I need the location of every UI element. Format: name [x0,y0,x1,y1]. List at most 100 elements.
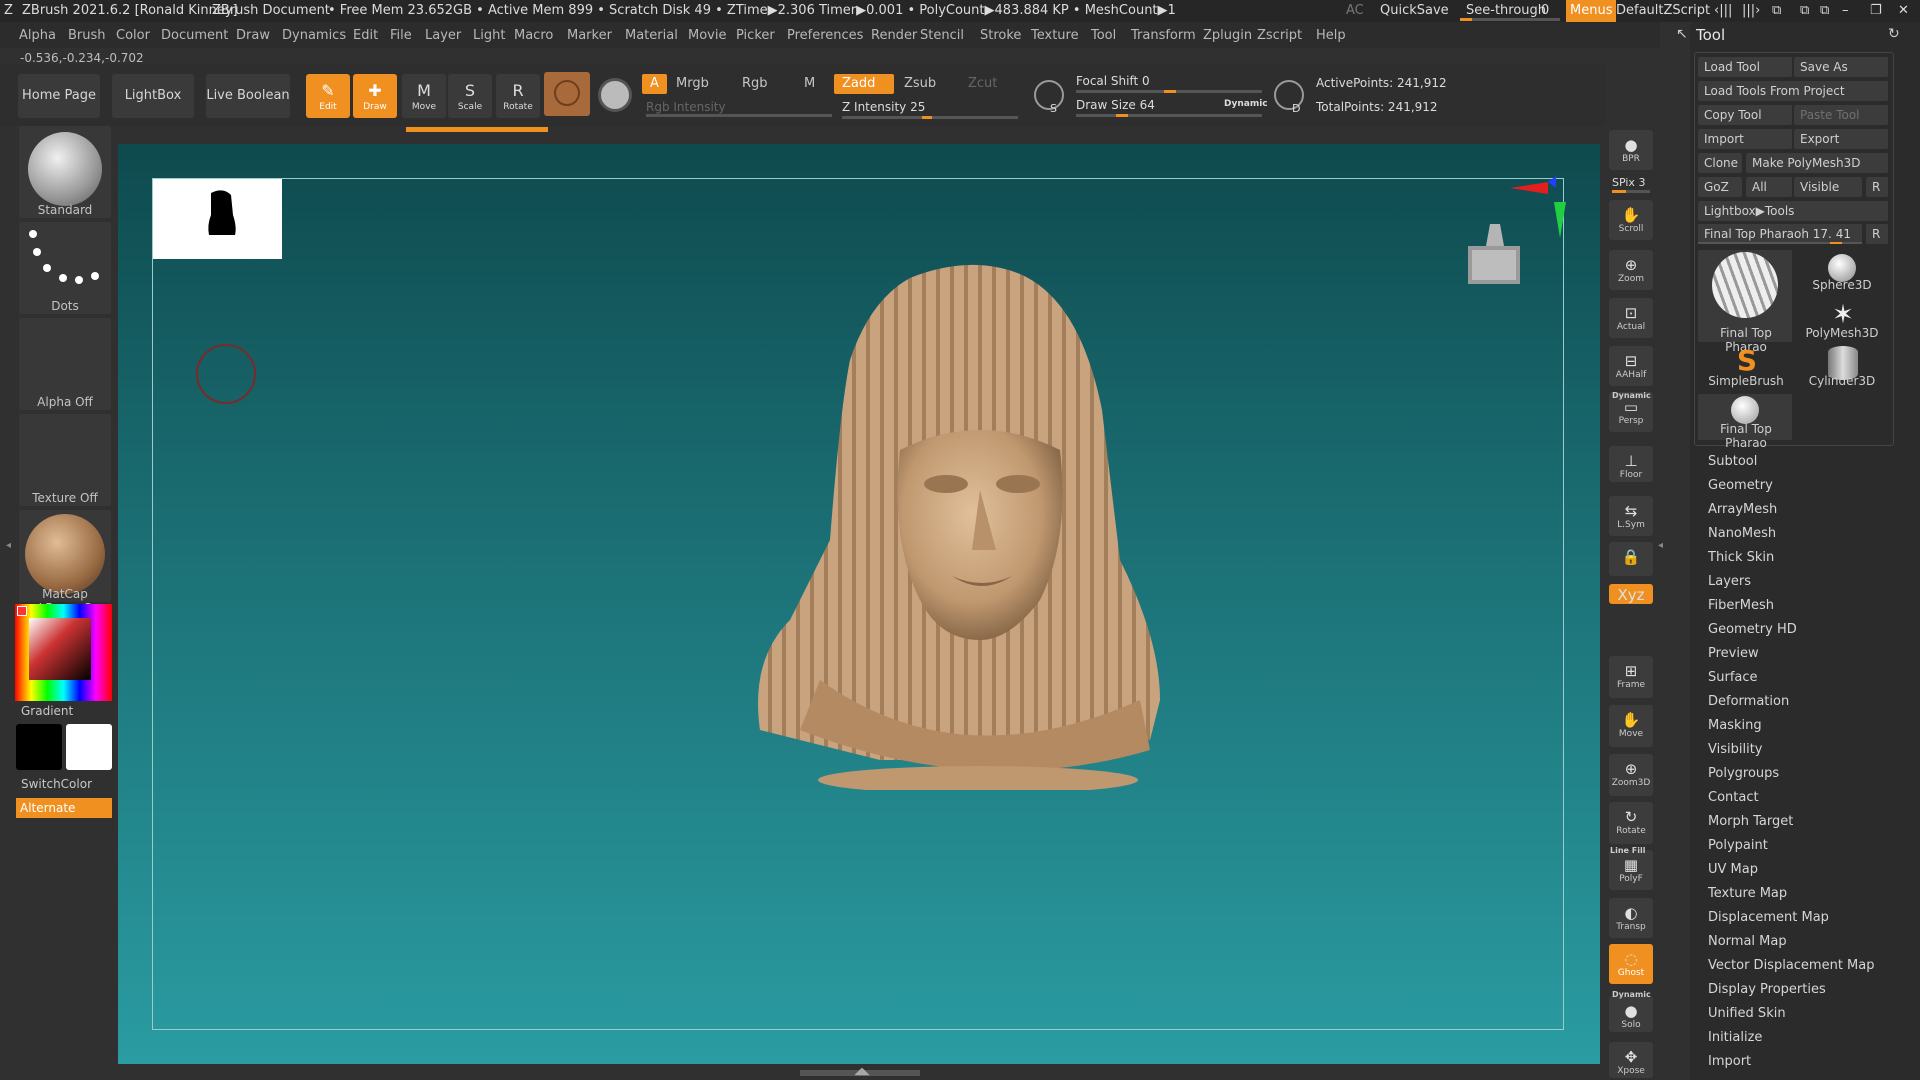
menu-alpha[interactable]: Alpha [19,28,56,43]
shelf-aahalf-button[interactable]: ⊟ AAHalf [1609,346,1653,386]
menu-file[interactable]: File [390,28,412,43]
copy-tool-button[interactable]: Copy Tool [1698,105,1792,125]
section-normal-map[interactable]: Normal Map [1708,934,1787,949]
menu-edit[interactable]: Edit [353,28,378,43]
section-vector-displacement-map[interactable]: Vector Displacement Map [1708,958,1875,973]
section-contact[interactable]: Contact [1708,790,1759,805]
switchcolor-button[interactable]: SwitchColor [21,777,92,791]
gradient-label[interactable]: Gradient [21,704,73,718]
secondary-color-swatch[interactable] [66,724,112,770]
default-zscript-button[interactable]: DefaultZScript [1616,3,1710,18]
shelf-bpr-button[interactable]: ● BPR [1609,130,1653,170]
navigator-thumbnail[interactable] [153,179,282,259]
simplebrush-icon[interactable]: S [1732,346,1762,376]
tool-draw-button[interactable]: ✚ Draw [353,74,397,118]
menu-brush[interactable]: Brush [68,28,106,43]
rgb-toggle[interactable]: Rgb [734,74,776,94]
section-uv-map[interactable]: UV Map [1708,862,1758,877]
tool-scale-button[interactable]: S Scale [448,74,492,118]
goz-all-button[interactable]: All [1746,177,1792,197]
lightbox-button[interactable]: LightBox [112,74,194,118]
maximize-icon[interactable]: ❐ [1870,3,1882,18]
goz-visible-button[interactable]: Visible [1794,177,1862,197]
shelf-transp-button[interactable]: ◐ Transp [1609,898,1653,938]
make-polymesh3d-button[interactable]: Make PolyMesh3D [1746,153,1888,173]
goz-r-button[interactable]: R [1866,177,1888,197]
see-through-label[interactable]: See-through [1466,3,1546,18]
menu-material[interactable]: Material [625,28,678,43]
refresh-icon[interactable]: ↻ [1888,26,1900,42]
see-through-slider[interactable] [1460,18,1560,21]
section-import[interactable]: Import [1708,1054,1751,1069]
section-geometry[interactable]: Geometry [1708,478,1773,493]
zadd-toggle[interactable]: Zadd [834,74,894,94]
dynamic-toggle[interactable]: Dynamic [1224,99,1268,109]
menus-button[interactable]: Menus [1566,0,1617,22]
alternate-button[interactable]: Alternate [16,798,112,818]
section-geometry-hd[interactable]: Geometry HD [1708,622,1797,637]
menu-color[interactable]: Color [116,28,150,43]
section-nanomesh[interactable]: NanoMesh [1708,526,1776,541]
export-button[interactable]: Export [1794,129,1888,149]
shelf-scroll-button[interactable]: ✋ Scroll [1609,200,1653,240]
tool-edit-button[interactable]: ✎ Edit [306,74,350,118]
menu-document[interactable]: Document [161,28,228,43]
material-sphere-button[interactable] [544,72,590,116]
spotlight-icon[interactable] [598,78,632,112]
shelf-xpose-button[interactable]: ✥ Xpose [1609,1042,1653,1078]
minimize-icon[interactable]: – [1842,3,1849,18]
section-layers[interactable]: Layers [1708,574,1751,589]
menu-movie[interactable]: Movie [688,28,726,43]
shelf-l-sym-button[interactable]: ⇆ L.Sym [1609,496,1653,536]
shelf-shelf-9-button[interactable]: Xyz [1609,584,1653,604]
window-icon-2[interactable]: ⧉ [1800,3,1809,18]
menu-layer[interactable]: Layer [425,28,461,43]
shelf-floor-button[interactable]: ⊥ Floor [1609,446,1653,482]
tool-rotate-button[interactable]: R Rotate [496,74,540,118]
orientation-cube-icon[interactable] [1462,216,1526,292]
layout-icon-2[interactable]: |||› [1742,3,1760,18]
focal-shift-slider[interactable] [1076,90,1262,93]
menu-render[interactable]: Render [871,28,917,43]
section-initialize[interactable]: Initialize [1708,1030,1762,1045]
section-unified-skin[interactable]: Unified Skin [1708,1006,1786,1021]
menu-dynamics[interactable]: Dynamics [282,28,346,43]
menu-draw[interactable]: Draw [236,28,270,43]
section-display-properties[interactable]: Display Properties [1708,982,1826,997]
shelf-collapse-icon[interactable]: ◂ [1658,540,1664,556]
paste-tool-button[interactable]: Paste Tool [1794,105,1888,125]
shelf-zoom-button[interactable]: ⊕ Zoom [1609,250,1653,290]
z-intensity-slider[interactable] [842,116,1018,119]
window-icon[interactable]: ⧉ [1772,3,1781,18]
collapse-arrows-icon[interactable]: ◢◣ [852,1066,872,1078]
section-subtool[interactable]: Subtool [1708,454,1757,469]
load-tool-button[interactable]: Load Tool [1698,57,1792,77]
section-texture-map[interactable]: Texture Map [1708,886,1787,901]
menu-zplugin[interactable]: Zplugin [1203,28,1252,43]
section-thick-skin[interactable]: Thick Skin [1708,550,1774,565]
zsub-toggle[interactable]: Zsub [896,74,944,94]
section-morph-target[interactable]: Morph Target [1708,814,1793,829]
menu-light[interactable]: Light [473,28,505,43]
tool-move-button[interactable]: M Move [402,74,446,118]
pin-icon[interactable]: ↖ [1676,26,1688,42]
home-page-button[interactable]: Home Page [18,74,100,118]
a-toggle[interactable]: A [642,74,667,94]
shelf-shelf-8-button[interactable]: 🔒 [1609,542,1653,576]
draw-size-slider[interactable] [1076,114,1262,117]
left-collapse-icon[interactable]: ◂ [6,540,12,556]
save-as-button[interactable]: Save As [1794,57,1888,77]
menu-help[interactable]: Help [1316,28,1346,43]
focal-s-icon[interactable] [1034,80,1064,110]
zcut-toggle[interactable]: Zcut [960,74,1005,94]
section-surface[interactable]: Surface [1708,670,1758,685]
section-arraymesh[interactable]: ArrayMesh [1708,502,1777,517]
pharaoh-bust-model[interactable] [740,260,1200,790]
menu-picker[interactable]: Picker [736,28,775,43]
lightbox-tools-button[interactable]: Lightbox▶Tools [1698,201,1888,221]
section-masking[interactable]: Masking [1708,718,1762,733]
spix-slider[interactable] [1612,190,1650,193]
color-square[interactable] [29,618,91,680]
import-button[interactable]: Import [1698,129,1792,149]
menu-zscript[interactable]: Zscript [1257,28,1302,43]
